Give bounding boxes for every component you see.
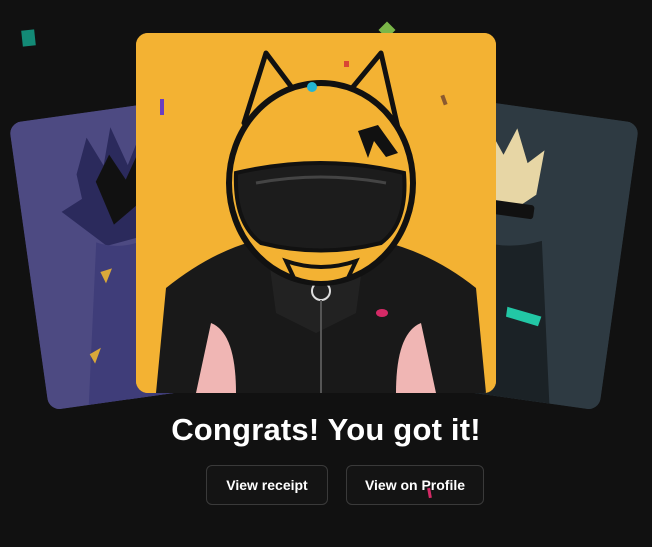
view-on-profile-button[interactable]: View on Profile	[346, 465, 484, 505]
view-receipt-button[interactable]: View receipt	[206, 465, 328, 505]
action-buttons: View receipt View on Profile	[0, 465, 652, 505]
nft-card-main	[136, 33, 496, 393]
confetti-piece	[21, 29, 36, 47]
congrats-headline: Congrats! You got it!	[171, 412, 481, 447]
reveal-stage: Congrats! You got it! View receipt View …	[0, 0, 652, 547]
helmet-character-illustration	[136, 33, 496, 393]
